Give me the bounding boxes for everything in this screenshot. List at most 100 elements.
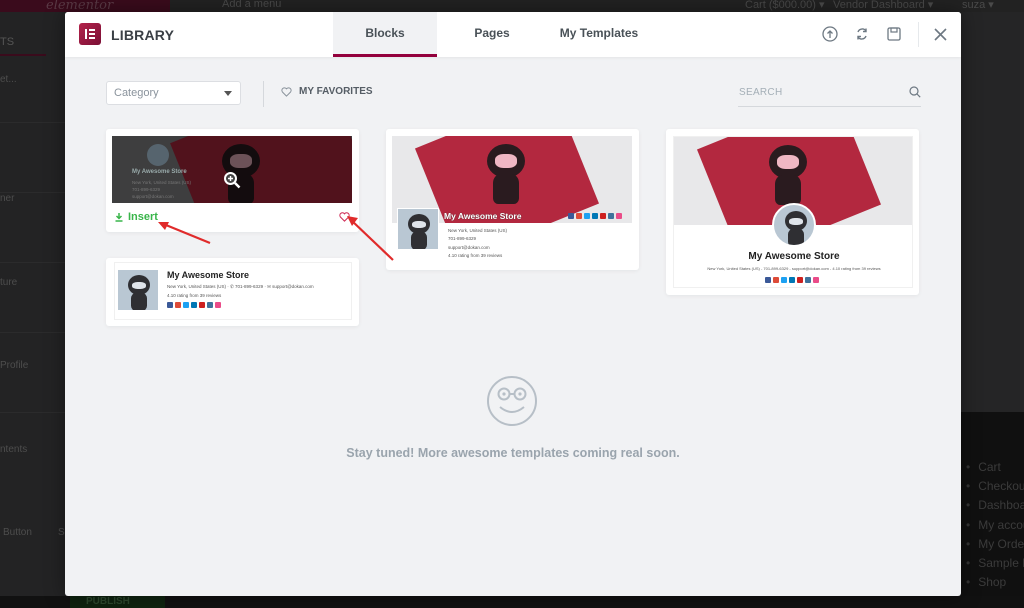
store-meta: New York, United States (US) - 701-899-6… (707, 266, 881, 271)
google-plus-icon (773, 277, 779, 283)
flickr-icon (813, 277, 819, 283)
page-link: My Orders (966, 537, 1024, 556)
tab-blocks[interactable]: Blocks (333, 12, 437, 57)
template-thumbnail[interactable]: My Awesome Store New York, United States… (114, 262, 352, 320)
store-name: My Awesome Store (132, 169, 187, 175)
facebook-icon (568, 213, 574, 219)
library-title: LIBRARY (111, 27, 175, 43)
store-meta: New York, United States (US) (132, 180, 192, 185)
sidebar-widget: ner (0, 193, 15, 204)
store-name: My Awesome Store (167, 270, 250, 280)
store-name: My Awesome Store (748, 251, 840, 262)
template-card[interactable]: My Awesome Store New York, United States… (666, 129, 919, 295)
publish-button: PUBLISH (70, 596, 165, 608)
twitter-icon (781, 277, 787, 283)
instagram-icon (207, 302, 213, 308)
facebook-icon (167, 302, 173, 308)
sidebar-widget: Button (3, 527, 32, 538)
facebook-icon (765, 277, 771, 283)
store-meta: 701-899-6329 (448, 236, 477, 241)
template-thumbnail[interactable]: My Awesome Store New York, United States… (392, 136, 632, 264)
template-card[interactable]: My Awesome Store New York, United States… (106, 258, 359, 326)
twitter-icon (584, 213, 590, 219)
tab-my-templates[interactable]: My Templates (547, 12, 651, 57)
vendor-dashboard-menu: Vendor Dashboard ▾ (833, 0, 934, 11)
store-name: My Awesome Store (444, 211, 522, 221)
sidebar-widget: ture (0, 277, 18, 288)
instagram-icon (608, 213, 614, 219)
store-meta: New York, United States (US) · ✆ 701-899… (167, 284, 314, 289)
page-link: My account (966, 518, 1024, 537)
search-input[interactable]: SEARCH (738, 84, 921, 107)
zoom-preview-icon[interactable] (223, 171, 241, 189)
save-icon[interactable] (885, 25, 903, 43)
template-card[interactable]: My Awesome Store New York, United States… (106, 129, 359, 232)
page-link: Cart (966, 460, 1024, 479)
divider (0, 332, 66, 333)
editor-sidebar: TS et... ner ture Profile ntents Button … (0, 12, 66, 596)
elementor-logo-icon (79, 23, 101, 45)
linkedin-icon (191, 302, 197, 308)
youtube-icon (199, 302, 205, 308)
store-avatar (397, 208, 439, 250)
google-plus-icon (175, 302, 181, 308)
linkedin-icon (592, 213, 598, 219)
flickr-icon (616, 213, 622, 219)
sidebar-widget: Profile (0, 360, 29, 371)
toolbar-divider (263, 81, 264, 107)
page-links-list: Cart Checkout Dashboard My account My Or… (966, 460, 1024, 608)
template-thumbnail[interactable]: My Awesome Store New York, United States… (673, 136, 913, 288)
library-modal: LIBRARY Blocks Pages My Templates Catego… (65, 12, 961, 596)
user-menu: suza ▾ (962, 0, 994, 11)
social-icons (167, 302, 221, 308)
search-icon[interactable] (909, 86, 921, 98)
google-plus-icon (576, 213, 582, 219)
store-avatar (147, 144, 169, 166)
store-meta: New York, United States (US) (448, 228, 508, 233)
sidebar-tab: TS (0, 26, 46, 56)
template-thumbnail[interactable]: My Awesome Store New York, United States… (112, 136, 352, 203)
favorites-label: MY FAVORITES (299, 86, 373, 97)
close-icon[interactable] (931, 25, 949, 43)
divider (0, 122, 66, 123)
chevron-down-icon (224, 91, 232, 96)
tab-pages[interactable]: Pages (440, 12, 544, 57)
store-rating: 4.10 rating from 39 reviews (448, 253, 503, 258)
sidebar-widget: ntents (0, 444, 28, 455)
flickr-icon (215, 302, 221, 308)
category-select[interactable]: Category (106, 81, 241, 105)
heart-icon (281, 86, 292, 97)
annotation-arrow (347, 216, 394, 261)
twitter-icon (183, 302, 189, 308)
page-link: Shop (966, 575, 1024, 594)
page-link: Sample Page (966, 556, 1024, 575)
header-divider (918, 22, 919, 47)
store-meta: support@dokan.com (132, 194, 174, 199)
store-avatar (772, 203, 816, 247)
category-value: Category (114, 87, 159, 99)
annotation-arrow (158, 221, 211, 245)
upload-icon[interactable] (821, 25, 839, 43)
sidebar-search: et... (0, 74, 17, 85)
modal-header: LIBRARY Blocks Pages My Templates (65, 12, 961, 57)
youtube-icon (797, 277, 803, 283)
sync-icon[interactable] (853, 25, 871, 43)
instagram-icon (805, 277, 811, 283)
social-icons (765, 277, 819, 283)
empty-state-message: Stay tuned! More awesome templates comin… (346, 446, 680, 460)
social-icons (568, 213, 622, 219)
cart-menu: Cart ($000.00) ▾ (745, 0, 825, 11)
download-icon (115, 212, 123, 222)
divider (0, 192, 66, 193)
youtube-icon (600, 213, 606, 219)
sidebar-widget: S (58, 527, 65, 538)
store-meta: support@dokan.com (448, 245, 490, 250)
insert-button[interactable]: Insert (115, 211, 158, 223)
editor-topbar: elementor Add a menu Cart ($000.00) ▾ Ve… (0, 0, 1024, 12)
page-link: Dashboard (966, 498, 1024, 517)
linkedin-icon (789, 277, 795, 283)
store-avatar (117, 269, 159, 311)
template-card[interactable]: My Awesome Store New York, United States… (386, 129, 639, 270)
page-link: Checkout (966, 479, 1024, 498)
my-favorites-filter[interactable]: MY FAVORITES (281, 86, 373, 97)
